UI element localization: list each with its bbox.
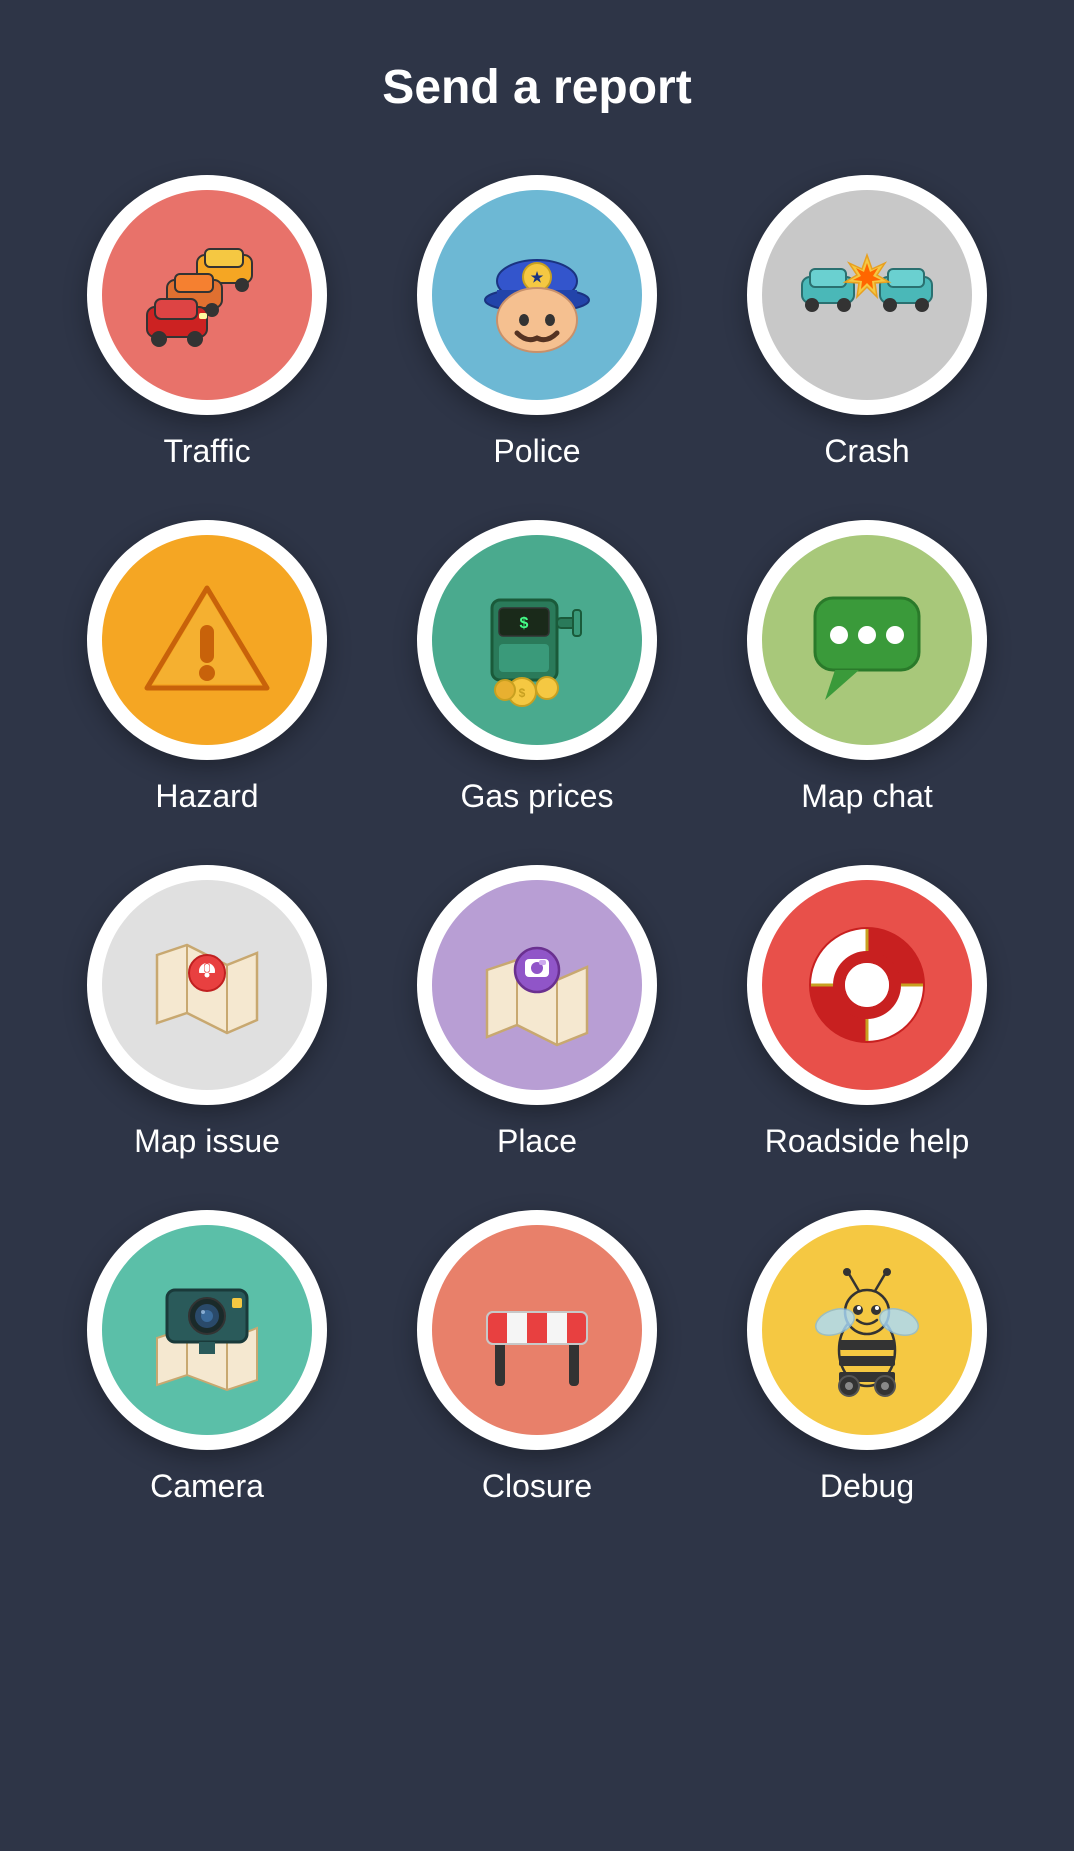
map-chat-icon [797,570,937,710]
report-item-police[interactable]: ★ Police [387,175,687,470]
debug-icon [797,1260,937,1400]
debug-icon-bg [762,1225,972,1435]
police-label: Police [493,433,580,470]
report-item-hazard[interactable]: Hazard [57,520,357,815]
roadside-help-label: Roadside help [765,1123,970,1160]
place-label: Place [497,1123,577,1160]
report-item-camera[interactable]: Camera [57,1210,357,1505]
place-circle [417,865,657,1105]
hazard-label: Hazard [155,778,258,815]
police-icon: ★ [467,225,607,365]
report-grid: Traffic ★ [57,175,1017,1505]
debug-circle [747,1210,987,1450]
report-item-crash[interactable]: Crash [717,175,1017,470]
camera-circle [87,1210,327,1450]
report-item-place[interactable]: Place [387,865,687,1160]
report-item-roadside-help[interactable]: Roadside help [717,865,1017,1160]
crash-icon [797,225,937,365]
crash-icon-bg [762,190,972,400]
hazard-icon [137,570,277,710]
report-item-map-chat[interactable]: Map chat [717,520,1017,815]
roadside-help-circle [747,865,987,1105]
hazard-circle [87,520,327,760]
svg-text:$: $ [520,615,529,632]
map-chat-circle [747,520,987,760]
map-issue-icon [137,915,277,1055]
map-issue-icon-bg [102,880,312,1090]
hazard-icon-bg [102,535,312,745]
place-icon [467,915,607,1055]
map-issue-label: Map issue [134,1123,280,1160]
report-item-closure[interactable]: Closure [387,1210,687,1505]
closure-icon [467,1260,607,1400]
gas-prices-icon: $ $ [467,570,607,710]
closure-label: Closure [482,1468,592,1505]
closure-icon-bg [432,1225,642,1435]
camera-label: Camera [150,1468,264,1505]
traffic-circle [87,175,327,415]
place-icon-bg [432,880,642,1090]
debug-label: Debug [820,1468,914,1505]
traffic-icon [137,225,277,365]
map-chat-label: Map chat [801,778,933,815]
traffic-icon-bg [102,190,312,400]
camera-icon [137,1260,277,1400]
report-item-traffic[interactable]: Traffic [57,175,357,470]
report-item-map-issue[interactable]: Map issue [57,865,357,1160]
map-issue-circle [87,865,327,1105]
camera-icon-bg [102,1225,312,1435]
roadside-help-icon-bg [762,880,972,1090]
report-item-debug[interactable]: Debug [717,1210,1017,1505]
police-circle: ★ [417,175,657,415]
traffic-label: Traffic [163,433,250,470]
report-item-gas-prices[interactable]: $ $ Gas prices [387,520,687,815]
closure-circle [417,1210,657,1450]
roadside-help-icon [797,915,937,1055]
svg-text:$: $ [519,686,526,700]
gas-prices-label: Gas prices [461,778,614,815]
svg-text:★: ★ [531,269,544,285]
police-icon-bg: ★ [432,190,642,400]
page-title: Send a report [382,60,691,115]
crash-label: Crash [824,433,909,470]
gas-prices-circle: $ $ [417,520,657,760]
gas-prices-icon-bg: $ $ [432,535,642,745]
map-chat-icon-bg [762,535,972,745]
crash-circle [747,175,987,415]
